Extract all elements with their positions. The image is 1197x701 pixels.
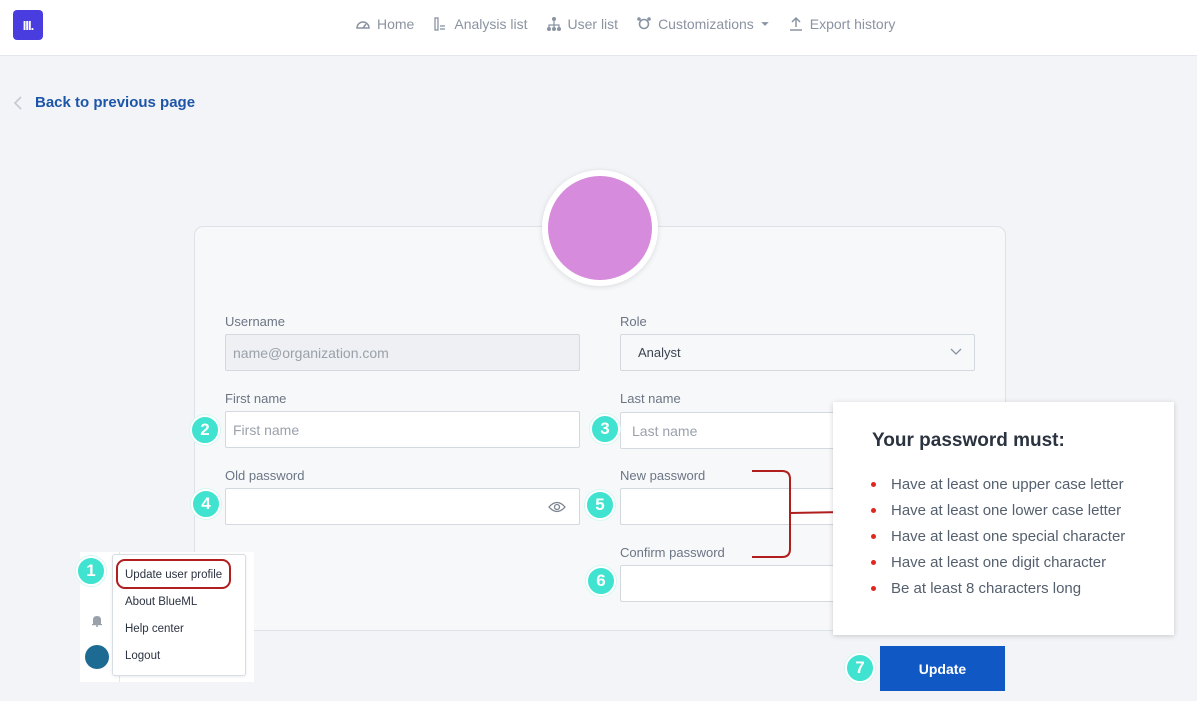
main-nav: Home Analysis list User list Customizati… [355, 14, 895, 34]
nav-label-home: Home [377, 16, 415, 32]
bullet-icon [871, 585, 876, 591]
bullet-icon [871, 508, 876, 514]
bullet-icon [871, 482, 876, 488]
step-marker-4: 4 [191, 489, 221, 519]
step-marker-5: 5 [585, 490, 615, 520]
old-password-label: Old password [225, 468, 305, 483]
app-logo[interactable]: III. [13, 10, 43, 40]
nav-item-user-list[interactable]: User list [546, 16, 619, 32]
nav-label-customizations: Customizations [658, 16, 754, 32]
caret-down-icon [761, 22, 769, 26]
step-marker-6: 6 [586, 566, 616, 596]
nav-item-customizations[interactable]: Customizations [636, 16, 770, 32]
menu-highlight-outline [116, 559, 231, 589]
nav-item-analysis-list[interactable]: Analysis list [432, 16, 528, 32]
list-item: Have at least one upper case letter [871, 472, 1125, 498]
menu-item-logout[interactable]: Logout [125, 650, 160, 662]
chevron-down-icon [950, 348, 962, 355]
role-value: Analyst [638, 345, 681, 360]
rule-text: Have at least one upper case letter [891, 476, 1124, 494]
list-icon [434, 17, 446, 31]
nav-label-export-history: Export history [809, 16, 896, 32]
top-navigation-bar: III. Home Analysis list User list Custom… [0, 0, 1197, 56]
eye-icon[interactable] [548, 500, 566, 514]
last-name-placeholder: Last name [632, 422, 698, 439]
step-marker-1: 1 [76, 556, 106, 586]
password-rules-list: Have at least one upper case letter Have… [871, 472, 1125, 601]
password-rules-panel: Your password must: Have at least one up… [833, 402, 1174, 635]
username-label: Username [225, 314, 285, 329]
username-value: name@organization.com [233, 344, 389, 361]
role-select[interactable]: Analyst [620, 334, 975, 371]
bell-icon[interactable] [91, 614, 103, 627]
menu-item-about[interactable]: About BlueML [125, 596, 197, 608]
profile-avatar-image [548, 176, 652, 280]
last-name-label: Last name [620, 391, 681, 406]
customize-icon [637, 17, 651, 30]
upload-icon [789, 16, 802, 31]
list-item: Have at least one lower case letter [871, 498, 1125, 524]
step-marker-2: 2 [190, 415, 220, 445]
last-name-field[interactable]: Last name [620, 412, 850, 449]
gauge-icon [356, 21, 370, 29]
step-marker-7: 7 [845, 653, 875, 683]
confirm-password-label: Confirm password [620, 545, 725, 560]
password-rules-title: Your password must: [872, 430, 1065, 451]
old-password-field[interactable] [225, 488, 580, 525]
step-marker-3: 3 [590, 414, 620, 444]
profile-avatar[interactable] [542, 170, 658, 286]
bullet-icon [871, 559, 876, 565]
list-item: Be at least 8 characters long [871, 575, 1125, 601]
first-name-placeholder: First name [233, 421, 300, 438]
hierarchy-icon [546, 17, 561, 31]
rule-text: Be at least 8 characters long [891, 579, 1082, 597]
new-password-label: New password [620, 468, 706, 483]
nav-label-analysis-list: Analysis list [454, 16, 528, 32]
back-link[interactable]: Back to previous page [13, 94, 195, 111]
nav-item-home[interactable]: Home [355, 16, 414, 32]
first-name-field[interactable]: First name [225, 411, 580, 448]
bullet-icon [871, 533, 876, 539]
nav-item-export-history[interactable]: Export history [788, 16, 896, 32]
menu-item-help-center[interactable]: Help center [125, 623, 184, 635]
rule-text: Have at least one lower case letter [891, 502, 1122, 520]
username-field: name@organization.com [225, 334, 580, 371]
back-link-label: Back to previous page [35, 94, 196, 111]
update-button[interactable]: Update [880, 646, 1005, 691]
list-item: Have at least one special character [871, 524, 1125, 550]
avatar[interactable] [85, 645, 109, 669]
first-name-label: First name [225, 391, 287, 406]
nav-label-user-list: User list [567, 16, 619, 32]
rule-text: Have at least one digit character [891, 553, 1107, 571]
role-label: Role [620, 314, 647, 329]
chevron-left-icon [13, 95, 22, 110]
confirm-password-field[interactable] [620, 565, 850, 602]
list-item: Have at least one digit character [871, 549, 1125, 575]
rule-text: Have at least one special character [891, 527, 1126, 545]
